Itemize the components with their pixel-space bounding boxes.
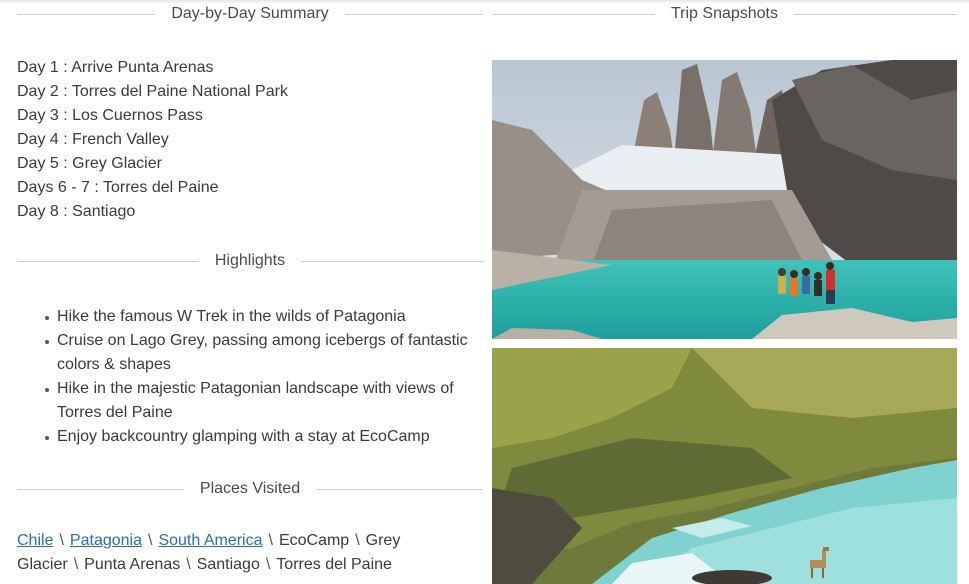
place-punta-arenas: Punta Arenas [84,556,181,573]
trip-details-column: Day-by-Day Summary Day 1 : Arrive Punta … [17,0,483,577]
photo-torres-lagoon[interactable] [492,60,957,339]
place-link-patagonia[interactable]: Patagonia [70,532,142,549]
day-item: Day 3 : Los Cuernos Pass [17,107,203,124]
place-link-chile[interactable]: Chile [17,532,53,549]
place-link-south-america[interactable]: South America [158,532,262,549]
day-summary-title: Day-by-Day Summary [155,5,345,23]
highlights-list: Hike the famous W Trek in the wilds of P… [17,305,483,449]
place-separator: \ [73,556,79,573]
day-summary-heading: Day-by-Day Summary [17,0,483,28]
trip-snapshots-column: Trip Snapshots [492,0,957,584]
highlights-heading: Highlights [17,247,483,275]
place-separator: \ [186,556,191,573]
place-separator: \ [265,556,271,573]
place-separator: \ [147,532,153,549]
snapshots-heading: Trip Snapshots [492,0,957,28]
day-item: Days 6 - 7 : Torres del Paine [17,179,219,196]
day-item: Day 2 : Torres del Paine National Park [17,83,288,100]
place-torres-del-paine: Torres del Paine [276,556,392,573]
torres-lagoon-image [492,60,957,339]
waterfall-river-image [492,348,957,584]
place-separator: \ [268,532,273,549]
place-separator: \ [59,532,64,549]
snapshots-title: Trip Snapshots [654,5,794,23]
places-heading: Places Visited [17,475,483,503]
place-santiago: Santiago [196,556,260,573]
places-title: Places Visited [183,480,317,498]
highlight-item: Hike in the majestic Patagonian landscap… [45,377,483,425]
day-item: Day 4 : French Valley [17,131,169,148]
day-list: Day 1 : Arrive Punta Arenas Day 2 : Torr… [17,56,483,224]
place-ecocamp: EcoCamp [278,532,350,549]
highlight-item: Hike the famous W Trek in the wilds of P… [45,305,483,329]
day-item: Day 1 : Arrive Punta Arenas [17,59,214,76]
highlights-title: Highlights [198,252,302,270]
day-item: Day 8 : Santiago [17,203,136,220]
places-list: Chile \ Patagonia \ South America \ EcoCamp \ Gr… [17,529,483,577]
day-item: Day 5 : Grey Glacier [17,155,162,172]
place-separator: \ [355,532,360,549]
highlight-item: Enjoy backcountry glamping with a stay a… [45,425,483,449]
highlight-item: Cruise on Lago Grey, passing among icebe… [45,329,483,377]
photo-waterfall-river[interactable] [492,348,957,584]
